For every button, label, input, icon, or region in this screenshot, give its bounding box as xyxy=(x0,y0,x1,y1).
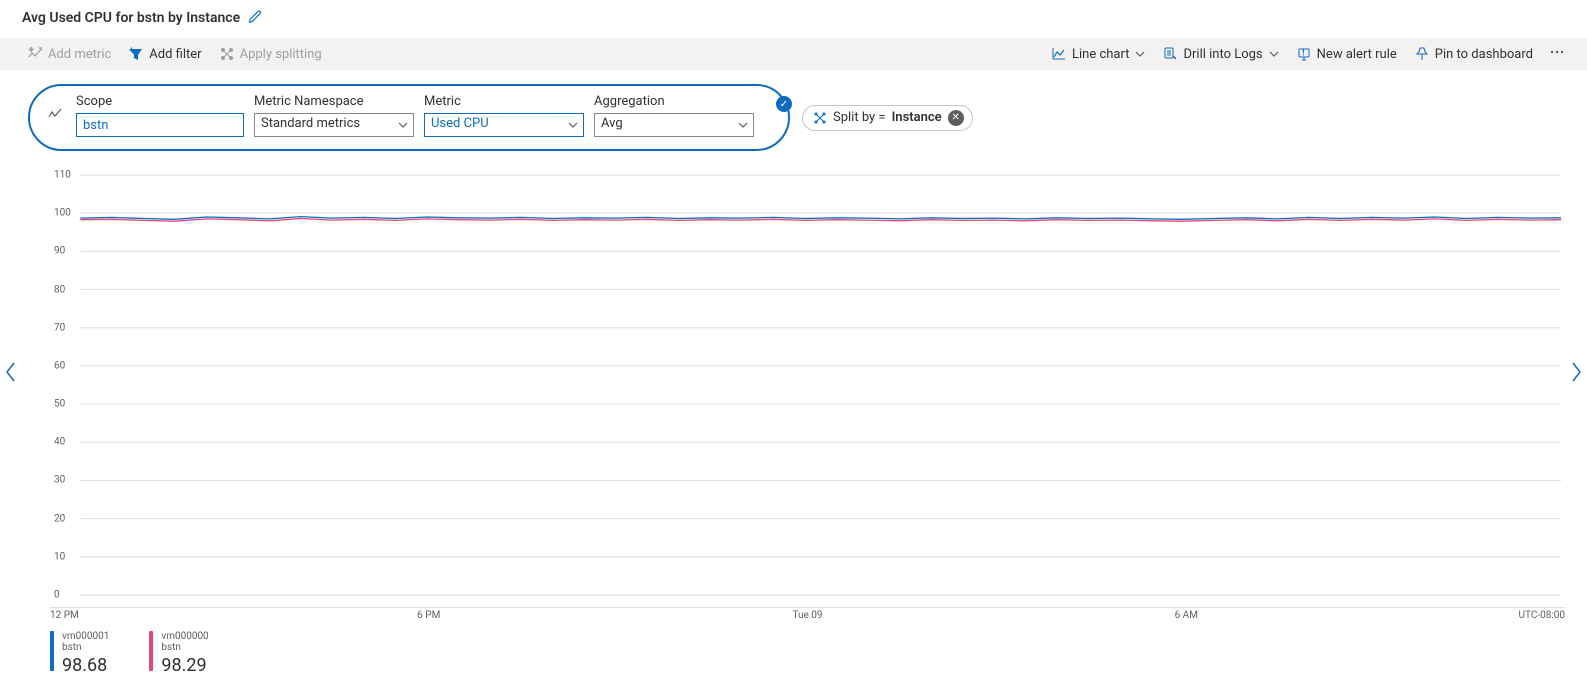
y-tick-label: 0 xyxy=(54,590,60,601)
line-chart-svg xyxy=(50,165,1565,605)
svg-text:+: + xyxy=(29,47,34,54)
chart-area[interactable]: 0 10 20 30 40 50 60 70 80 90 100 110 xyxy=(50,165,1565,605)
legend-series-name: vm000000 xyxy=(161,631,208,642)
x-tick-label: 12 PM xyxy=(50,610,79,621)
edit-title-icon[interactable] xyxy=(248,8,264,28)
metric-namespace-select[interactable]: Standard metrics xyxy=(254,113,414,137)
splitby-chip[interactable]: Split by = Instance ✕ xyxy=(802,105,973,131)
svg-text:!: ! xyxy=(1302,49,1304,58)
drill-logs-label: Drill into Logs xyxy=(1183,47,1262,62)
y-tick-label: 100 xyxy=(54,208,71,219)
pin-label: Pin to dashboard xyxy=(1435,47,1533,62)
splitby-remove-button[interactable]: ✕ xyxy=(948,110,964,126)
add-filter-icon: + xyxy=(129,47,143,61)
y-tick-label: 90 xyxy=(54,246,65,257)
toolbar-more-button[interactable] xyxy=(1545,40,1569,68)
alert-icon: ! xyxy=(1297,47,1311,61)
y-tick-label: 50 xyxy=(54,399,65,410)
aggregation-label: Aggregation xyxy=(594,94,754,109)
add-metric-label: Add metric xyxy=(48,47,111,62)
page-title: Avg Used CPU for bstn by Instance xyxy=(22,10,240,26)
next-chart-button[interactable] xyxy=(1569,360,1583,388)
metric-select[interactable]: Used CPU xyxy=(424,113,584,137)
x-tick-label: Tue 09 xyxy=(792,610,822,621)
legend-series-sub: bstn xyxy=(62,642,109,653)
scope-input[interactable] xyxy=(76,113,244,137)
aggregation-select[interactable]: Avg xyxy=(594,113,754,137)
y-tick-label: 60 xyxy=(54,360,65,371)
legend-color-bar xyxy=(50,631,54,671)
pin-to-dashboard-button[interactable]: Pin to dashboard xyxy=(1409,42,1539,67)
apply-splitting-label: Apply splitting xyxy=(240,47,322,62)
metric-series-icon xyxy=(48,107,62,125)
legend-series-name: vm000001 xyxy=(62,631,109,642)
legend-series-sub: bstn xyxy=(161,642,208,653)
prev-chart-button[interactable] xyxy=(4,360,18,388)
chart-toolbar: + Add metric + Add filter Apply splittin… xyxy=(0,38,1587,70)
x-tick-label: 6 PM xyxy=(417,610,440,621)
y-tick-label: 30 xyxy=(54,475,65,486)
svg-text:+: + xyxy=(129,47,134,56)
y-tick-label: 110 xyxy=(54,170,71,181)
drill-logs-dropdown[interactable]: Drill into Logs xyxy=(1157,42,1284,67)
more-icon xyxy=(1549,45,1565,59)
new-alert-rule-button[interactable]: ! New alert rule xyxy=(1291,42,1403,67)
legend-series-value: 98.68 xyxy=(62,655,109,676)
line-chart-dropdown[interactable]: Line chart xyxy=(1046,42,1151,67)
line-chart-label: Line chart xyxy=(1072,47,1129,62)
add-metric-button[interactable]: + Add metric xyxy=(22,42,117,67)
config-valid-icon: ✓ xyxy=(776,96,792,112)
new-alert-label: New alert rule xyxy=(1317,47,1397,62)
legend-item[interactable]: vm000000bstn 98.29 xyxy=(149,631,208,676)
add-metric-icon: + xyxy=(28,47,42,61)
apply-splitting-button[interactable]: Apply splitting xyxy=(214,42,328,67)
y-tick-label: 40 xyxy=(54,437,65,448)
y-tick-label: 80 xyxy=(54,284,65,295)
legend-color-bar xyxy=(149,631,153,671)
x-tick-label: 6 AM xyxy=(1175,610,1198,621)
scope-label: Scope xyxy=(76,94,244,109)
chart-legend: vm000001bstn98.68vm000000bstn98.29 xyxy=(0,623,1587,676)
splitby-icon xyxy=(813,111,827,125)
pin-icon xyxy=(1415,47,1429,61)
legend-item[interactable]: vm000001bstn 98.68 xyxy=(50,631,109,676)
metric-label: Metric xyxy=(424,94,584,109)
splitby-value: Instance xyxy=(892,110,942,125)
y-tick-label: 10 xyxy=(54,551,65,562)
metric-namespace-label: Metric Namespace xyxy=(254,94,414,109)
metric-config-pill: Scope Metric Namespace Standard metrics … xyxy=(28,84,790,151)
chevron-down-icon xyxy=(1269,49,1279,59)
y-tick-label: 70 xyxy=(54,322,65,333)
add-filter-label: Add filter xyxy=(149,47,201,62)
y-tick-label: 20 xyxy=(54,513,65,524)
apply-splitting-icon xyxy=(220,47,234,61)
splitby-prefix: Split by = xyxy=(833,110,886,125)
add-filter-button[interactable]: + Add filter xyxy=(123,42,207,67)
chevron-down-icon xyxy=(1135,49,1145,59)
line-chart-icon xyxy=(1052,47,1066,61)
drill-logs-icon xyxy=(1163,47,1177,61)
x-axis: UTC-08:00 12 PM 6 PM Tue 09 6 AM xyxy=(50,607,1565,623)
legend-series-value: 98.29 xyxy=(161,655,208,676)
timezone-label: UTC-08:00 xyxy=(1519,610,1566,621)
